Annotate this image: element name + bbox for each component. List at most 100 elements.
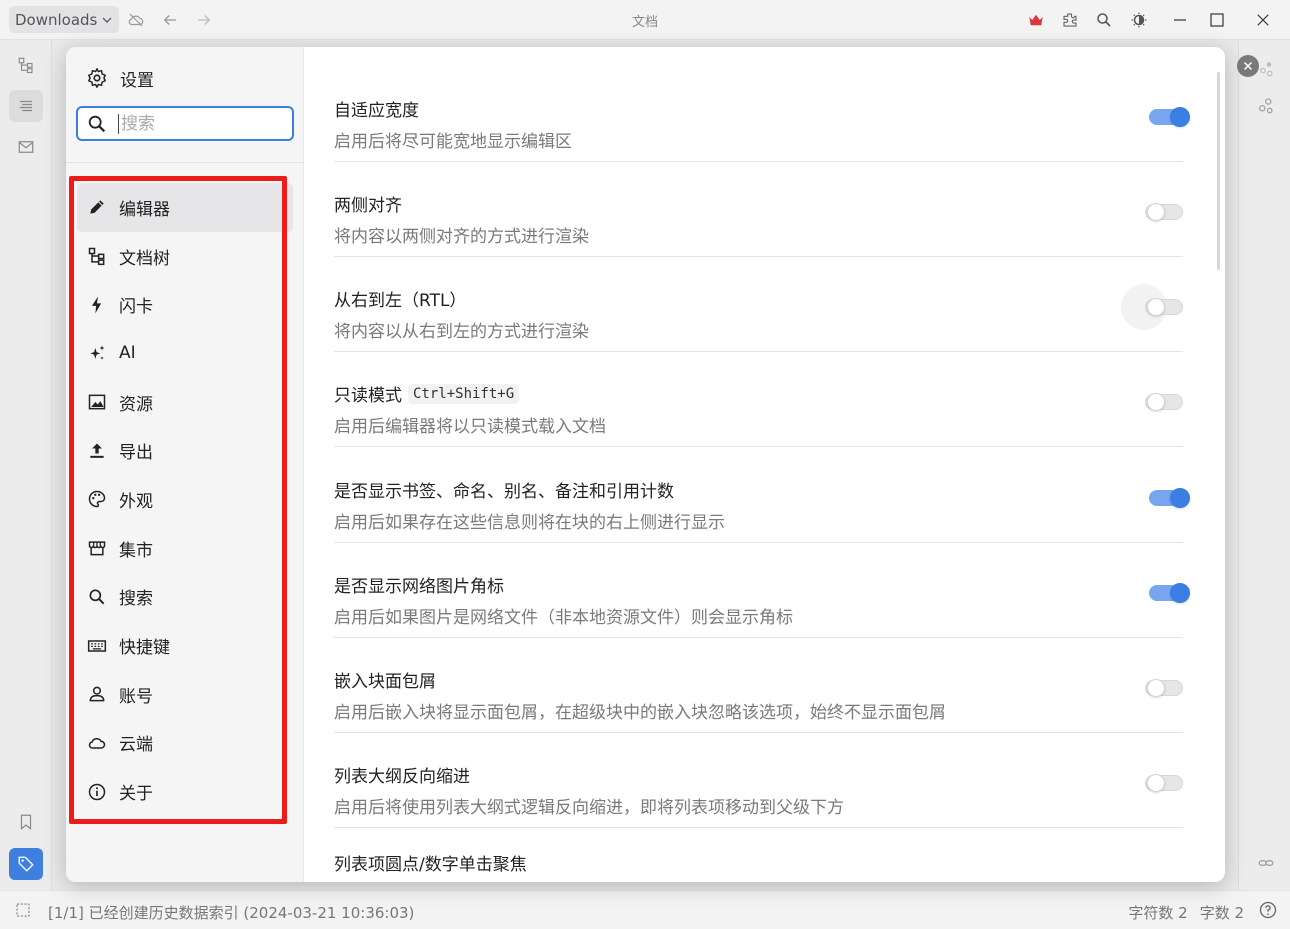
setting-title: 嵌入块面包屑 xyxy=(334,672,436,692)
cloud-icon xyxy=(88,737,106,749)
left-dock xyxy=(0,40,52,890)
maximize-icon[interactable] xyxy=(1206,9,1228,31)
graph-view-icon[interactable] xyxy=(1249,90,1283,122)
nav-item-label: 集市 xyxy=(119,540,153,561)
setting-title: 是否显示网络图片角标 xyxy=(334,577,504,597)
setting-desc: 启用后如果存在这些信息则将在块的右上侧进行显示 xyxy=(334,513,725,533)
setting-desc: 启用后如果图片是网络文件（非本地资源文件）则会显示角标 xyxy=(334,608,793,628)
setting-row: 两侧对齐 将内容以两侧对齐的方式进行渲染 xyxy=(334,162,1183,257)
setting-title: 自适应宽度 xyxy=(334,101,419,121)
setting-toggle[interactable] xyxy=(1149,107,1190,127)
nav-item-account[interactable]: 账号 xyxy=(77,670,293,719)
status-bar: [1/1] 已经创建历史数据索引 (2024-03-21 10:36:03) 字… xyxy=(0,890,1290,929)
settings-nav-list: 编辑器 文档树 闪卡 AI 资源 导出 外观 集市 搜索 快捷键 账号 云端 关… xyxy=(77,183,293,816)
setting-row: 是否显示书签、命名、别名、备注和引用计数 启用后如果存在这些信息则将在块的右上侧… xyxy=(334,448,1190,543)
nav-item-label: 账号 xyxy=(119,686,153,707)
close-window-icon[interactable] xyxy=(1252,9,1274,31)
nav-item-label: 云端 xyxy=(119,735,153,756)
setting-desc: 将内容以两侧对齐的方式进行渲染 xyxy=(334,227,589,247)
setting-title-partial: 列表项圆点/数字单击聚焦 xyxy=(334,855,527,875)
back-arrow-icon[interactable] xyxy=(159,9,181,31)
pencil-icon xyxy=(90,200,104,215)
setting-toggle[interactable] xyxy=(1145,203,1183,221)
settings-search-box xyxy=(76,106,294,141)
setting-toggle[interactable] xyxy=(1149,583,1190,603)
sidebar-divider xyxy=(66,162,304,163)
info-icon xyxy=(88,783,106,800)
nav-item-label: 编辑器 xyxy=(119,199,170,220)
setting-title: 从右到左（RTL） xyxy=(334,291,467,311)
search-icon[interactable] xyxy=(1093,9,1115,31)
tag-dock-icon[interactable] xyxy=(9,848,43,880)
workspace-label: Downloads xyxy=(15,10,98,29)
link-icon[interactable] xyxy=(1249,847,1283,879)
nav-item-export[interactable]: 导出 xyxy=(77,426,293,475)
setting-desc: 启用后嵌入块将显示面包屑，在超级块中的嵌入块忽略该选项，始终不显示面包屑 xyxy=(334,703,946,723)
plugin-icon[interactable] xyxy=(1059,9,1081,31)
store-icon xyxy=(88,541,106,556)
workspace-button[interactable]: Downloads xyxy=(9,6,120,33)
setting-toggle[interactable] xyxy=(1145,679,1183,697)
word-count: 字数 2 xyxy=(1199,904,1244,922)
settings-title-label: 设置 xyxy=(120,70,154,91)
settings-dialog: 设置 编辑器 文档树 闪卡 AI xyxy=(66,47,1225,882)
minimize-icon[interactable] xyxy=(1169,9,1191,31)
inbox-mail-icon[interactable] xyxy=(9,131,43,163)
nav-item-about[interactable]: 关于 xyxy=(77,767,293,816)
settings-content: 自适应宽度 启用后将尽可能宽地显示编辑区 两侧对齐 将内容以两侧对齐的方式进行渲… xyxy=(304,47,1225,882)
document-title: 文档 xyxy=(631,15,658,30)
nav-item-cloud[interactable]: 云端 xyxy=(77,719,293,768)
nav-item-label: 资源 xyxy=(119,394,153,415)
gear-icon xyxy=(88,68,106,88)
setting-toggle[interactable] xyxy=(1145,774,1183,792)
sparkle-icon xyxy=(90,345,105,361)
setting-toggle[interactable] xyxy=(1145,393,1183,411)
close-dialog-icon[interactable] xyxy=(1237,55,1259,77)
setting-desc: 将内容以从右到左的方式进行渲染 xyxy=(334,322,589,342)
setting-row: 嵌入块面包屑 启用后嵌入块将显示面包屑，在超级块中的嵌入块忽略该选项，始终不显示… xyxy=(334,638,1183,733)
palette-icon xyxy=(88,491,106,508)
nav-item-label: 关于 xyxy=(119,784,153,805)
setting-row: 列表大纲反向缩进 启用后将使用列表大纲式逻辑反向缩进，即将列表项移动到父级下方 xyxy=(334,733,1183,828)
layout-toggle-icon[interactable] xyxy=(14,901,32,919)
nav-item-editor[interactable]: 编辑器 xyxy=(77,183,293,232)
setting-toggle[interactable] xyxy=(1149,488,1190,508)
title-bar: Downloads 文档 xyxy=(0,0,1290,40)
theme-mode-icon[interactable] xyxy=(1128,9,1150,31)
nav-item-label: 导出 xyxy=(119,443,153,464)
setting-desc: 启用后编辑器将以只读模式载入文档 xyxy=(334,417,606,437)
char-count: 字符数 2 xyxy=(1128,904,1188,922)
nav-item-label: 闪卡 xyxy=(119,297,153,318)
keyboard-icon xyxy=(87,639,107,652)
help-icon[interactable] xyxy=(1258,900,1278,920)
settings-search-input[interactable] xyxy=(118,113,278,134)
bookmark-dock-icon[interactable] xyxy=(9,806,43,838)
nav-item-appearance[interactable]: 外观 xyxy=(77,475,293,524)
lightning-icon xyxy=(92,296,102,314)
nav-item-label: 文档树 xyxy=(119,248,170,269)
nav-item-bazaar[interactable]: 集市 xyxy=(77,524,293,573)
setting-desc: 启用后将使用列表大纲式逻辑反向缩进，即将列表项移动到父级下方 xyxy=(334,798,844,818)
content-scrollbar[interactable] xyxy=(1217,72,1220,270)
setting-toggle[interactable] xyxy=(1145,298,1183,316)
nav-item-flashcard[interactable]: 闪卡 xyxy=(77,280,293,329)
cloud-off-icon[interactable] xyxy=(125,9,147,31)
nav-item-label: 搜索 xyxy=(119,589,153,610)
status-message: [1/1] 已经创建历史数据索引 (2024-03-21 10:36:03) xyxy=(48,904,415,922)
forward-arrow-icon[interactable] xyxy=(193,9,215,31)
setting-row: 从右到左（RTL） 将内容以从右到左的方式进行渲染 xyxy=(334,257,1183,352)
setting-row: 是否显示网络图片角标 启用后如果图片是网络文件（非本地资源文件）则会显示角标 xyxy=(334,543,1190,638)
crown-icon[interactable] xyxy=(1025,9,1047,31)
tree-icon xyxy=(88,247,105,266)
setting-title: 两侧对齐 xyxy=(334,196,402,216)
outline-dock-icon[interactable] xyxy=(9,90,43,122)
file-tree-dock-icon[interactable] xyxy=(9,49,43,81)
nav-item-search[interactable]: 搜索 xyxy=(77,573,293,622)
nav-item-ai[interactable]: AI xyxy=(77,329,293,378)
nav-item-assets[interactable]: 资源 xyxy=(77,378,293,427)
nav-item-label: 外观 xyxy=(119,491,153,512)
nav-item-doc-tree[interactable]: 文档树 xyxy=(77,232,293,281)
chevron-down-icon xyxy=(102,16,112,23)
shortcut-kbd: Ctrl+Shift+G xyxy=(408,383,520,404)
nav-item-keymap[interactable]: 快捷键 xyxy=(77,621,293,670)
